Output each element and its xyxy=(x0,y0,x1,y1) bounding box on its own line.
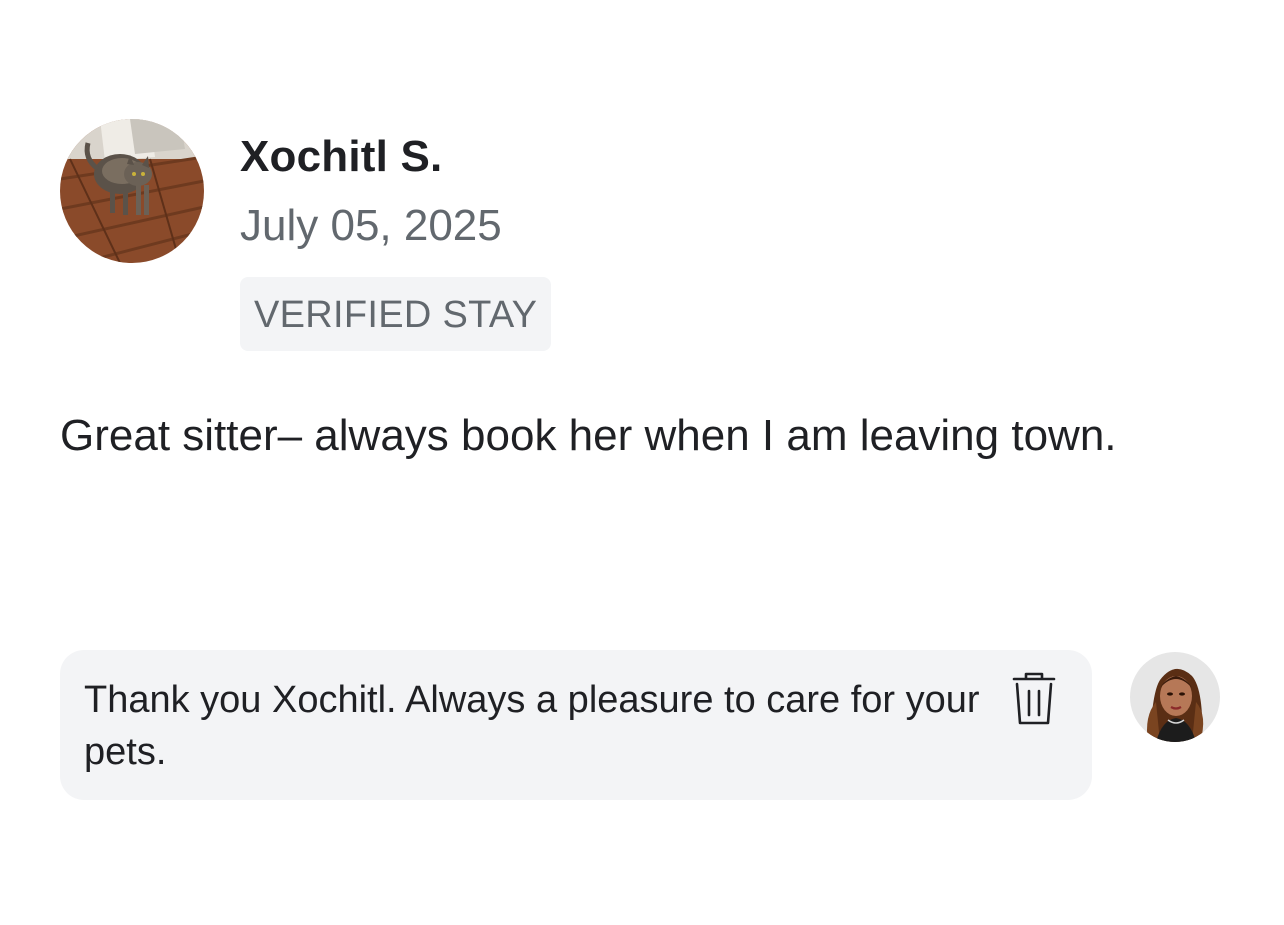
sitter-avatar[interactable] xyxy=(1130,652,1220,742)
trash-icon xyxy=(1012,672,1056,725)
delete-reply-button[interactable] xyxy=(1008,670,1060,728)
cat-photo-icon xyxy=(60,119,204,263)
sitter-reply: Thank you Xochitl. Always a pleasure to … xyxy=(60,650,1092,800)
reviewer-avatar[interactable] xyxy=(60,119,204,263)
sitter-photo-icon xyxy=(1130,652,1220,742)
reviewer-info: Xochitl S. July 05, 2025 VERIFIED STAY xyxy=(240,119,552,351)
reply-text: Thank you Xochitl. Always a pleasure to … xyxy=(84,679,980,773)
review-date: July 05, 2025 xyxy=(240,201,502,250)
review-text: Great sitter– always book her when I am … xyxy=(60,411,1117,460)
reviewer-name: Xochitl S. xyxy=(240,132,443,181)
review-header: Xochitl S. July 05, 2025 VERIFIED STAY xyxy=(60,119,552,351)
verified-stay-badge: VERIFIED STAY xyxy=(240,277,552,351)
review-card: Xochitl S. July 05, 2025 VERIFIED STAY G… xyxy=(0,0,1284,925)
